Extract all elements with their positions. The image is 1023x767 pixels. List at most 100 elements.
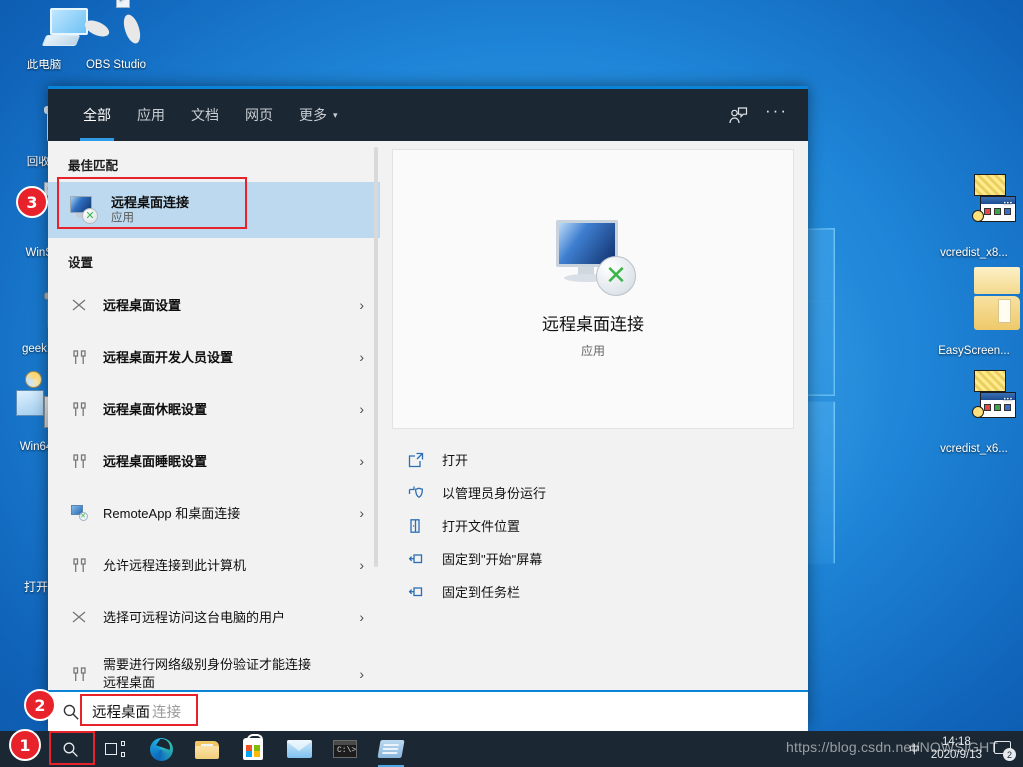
search-panel-header: 全部 应用 文档 网页 更多 ▾ ··· [48,89,808,141]
open-icon [406,450,426,470]
settings-item-remoteapp[interactable]: ✕ RemoteApp 和桌面连接 › [48,487,380,539]
settings-item-label: 选择可远程访问这台电脑的用户 [103,609,286,625]
desktop-icon-label: OBS Studio [85,59,147,71]
clock-date: 2020/9/13 [930,749,982,761]
desktop-icon-label: vcredist_x6... [940,443,1008,455]
action-open-file-location[interactable]: 打开文件位置 [392,509,794,542]
preview-column: ✕ 远程桌面连接 应用 打开 以管理员身份运行 打开文件位置 固定到"开始"屏幕… [380,141,808,726]
settings-item-select-remote-users[interactable]: 选择可远程访问这台电脑的用户 › [48,591,380,643]
ime-indicator[interactable]: 中 [909,741,920,757]
desktop-icon-obs-studio[interactable]: OBS Studio [72,0,160,72]
remote-desktop-connection-icon: ✕ [550,219,636,296]
desktop-icon-label: EasyScreen... [938,345,1010,357]
chevron-down-icon: ▾ [333,109,338,120]
taskbar-item-mail[interactable] [276,731,322,767]
chevron-right-icon: › [359,401,364,417]
settings-toggle-icon [68,663,90,685]
tab-apps[interactable]: 应用 [124,89,178,141]
installer-package-icon: ••• [930,174,1018,244]
settings-toggle-icon [68,554,90,576]
section-title-best-match: 最佳匹配 [68,159,119,173]
settings-item-remote-desktop-hibernate[interactable]: 远程桌面休眠设置 › [48,383,380,435]
taskbar-item-edge[interactable] [138,731,184,767]
action-label: 以管理员身份运行 [442,486,547,501]
tab-more[interactable]: 更多 ▾ [286,89,351,141]
settings-toggle-icon [68,346,90,368]
installer-package-icon: ••• [930,370,1018,440]
taskbar-clock[interactable]: 14:18 2020/9/13 [927,736,986,762]
system-tray: 中 14:18 2020/9/13 2 [909,736,1023,762]
settings-item-allow-remote-connections[interactable]: 允许远程连接到此计算机 › [48,539,380,591]
preview-app-name: 远程桌面连接 [542,314,644,334]
tab-label: 应用 [137,107,165,123]
desktop-icon-vcredist-x86[interactable]: ••• vcredist_x8... [930,174,1018,260]
settings-item-label: 需要进行网络级别身份验证才能连接远程桌面 [103,657,312,690]
preview-app-type: 应用 [580,343,605,358]
tab-web[interactable]: 网页 [232,89,286,141]
annotation-marker-2: 2 [24,689,56,721]
annotation-box-best-match [57,177,247,229]
action-run-as-admin[interactable]: 以管理员身份运行 [392,476,794,509]
notification-count: 2 [1003,748,1016,761]
taskbar-item-microsoft-store[interactable] [230,731,276,767]
settings-item-label: 远程桌面开发人员设置 [103,349,234,365]
annotation-box-taskbar-search [49,731,95,765]
annotation-box-search-input [80,694,198,726]
desktop-icon-easyscreen[interactable]: EasyScreen... [930,267,1020,358]
annotation-marker-3: 3 [16,186,48,218]
settings-item-label: RemoteApp 和桌面连接 [103,505,241,521]
open-file-location-icon [406,516,426,536]
more-options-icon[interactable]: ··· [765,101,788,129]
feedback-icon[interactable] [719,98,757,132]
desktop-icon-vcredist-x64[interactable]: ••• vcredist_x6... [930,370,1018,456]
annotation-marker-1: 1 [9,729,41,761]
remoteapp-icon: ✕ [68,502,90,524]
settings-item-remote-desktop-settings[interactable]: 远程桌面设置 › [48,279,380,331]
terminal-window-icon [377,740,405,758]
file-explorer-icon [195,740,219,759]
desktop-occluded-text: 打开 [24,580,49,594]
shield-run-as-admin-icon [406,483,426,503]
action-pin-to-taskbar[interactable]: 固定到任务栏 [392,575,794,608]
action-pin-to-start[interactable]: 固定到"开始"屏幕 [392,542,794,575]
chevron-right-icon: › [359,666,364,682]
settings-item-remote-desktop-sleep[interactable]: 远程桌面睡眠设置 › [48,435,380,487]
app-preview-card: ✕ 远程桌面连接 应用 [392,149,794,429]
tab-documents[interactable]: 文档 [178,89,232,141]
results-scrollbar[interactable] [374,147,378,567]
task-view-icon [105,741,125,757]
taskbar-item-file-explorer[interactable] [184,731,230,767]
pin-to-taskbar-icon [406,582,426,602]
taskbar: C:\> 中 14:18 2020/9/13 2 [0,731,1023,767]
settings-item-label: 远程桌面休眠设置 [103,401,208,417]
chevron-right-icon: › [359,557,364,573]
action-label: 打开文件位置 [442,519,521,534]
microsoft-store-icon [243,734,263,760]
taskbar-item-task-view[interactable] [92,731,138,767]
chevron-right-icon: › [359,505,364,521]
mail-icon [286,740,312,758]
tab-label: 更多 [299,107,327,123]
app-actions-list: 打开 以管理员身份运行 打开文件位置 固定到"开始"屏幕 固定到任务栏 [392,443,794,608]
chevron-right-icon: › [359,349,364,365]
pin-to-start-icon [406,549,426,569]
chevron-right-icon: › [359,453,364,469]
settings-item-remote-desktop-developer[interactable]: 远程桌面开发人员设置 › [48,331,380,383]
folder-icon [930,267,1020,342]
settings-item-label: 远程桌面设置 [103,297,182,313]
taskbar-item-command-prompt[interactable]: C:\> [322,731,368,767]
chevron-right-icon: › [359,297,364,313]
edge-browser-icon [149,737,173,761]
desktop-icon-label: vcredist_x8... [940,247,1008,259]
chevron-right-icon: › [359,609,364,625]
settings-slider-icon [68,294,90,316]
tab-all[interactable]: 全部 [70,89,124,141]
settings-toggle-icon [68,398,90,420]
taskbar-item-window[interactable] [368,731,414,767]
action-open[interactable]: 打开 [392,443,794,476]
notification-center-icon[interactable]: 2 [993,739,1016,761]
settings-slider-icon [68,606,90,628]
action-label: 固定到"开始"屏幕 [442,552,543,567]
section-title-settings: 设置 [68,256,94,270]
screen: 此电脑 OBS Studio ♲ 回收站 WinS... G geek.e...… [0,0,1023,767]
